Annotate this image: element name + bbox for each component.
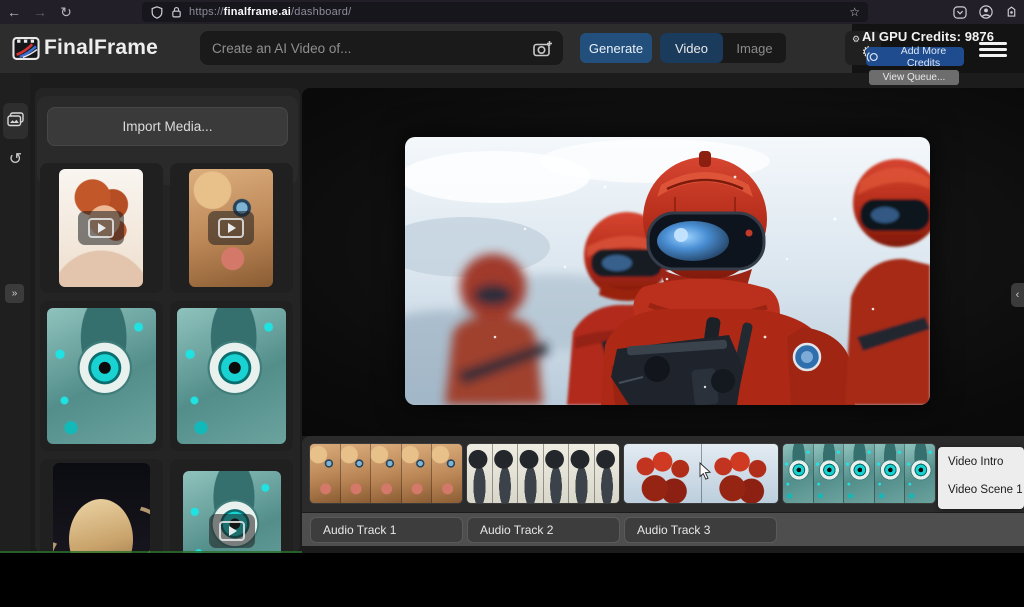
view-queue-item[interactable]: View Queue... bbox=[869, 70, 959, 85]
bottom-letterbox bbox=[0, 553, 1024, 607]
prompt-bar bbox=[200, 31, 563, 65]
browser-forward-icon[interactable]: → bbox=[28, 0, 52, 24]
audio-track-1[interactable]: Audio Track 1 bbox=[310, 517, 463, 543]
media-item-golden-face-video[interactable] bbox=[189, 169, 273, 287]
play-icon bbox=[78, 211, 124, 245]
scene-label-video-intro[interactable]: Video Intro bbox=[948, 456, 1020, 468]
media-cell bbox=[40, 163, 163, 293]
brand: FinalFrame bbox=[12, 36, 158, 60]
mode-video-button[interactable]: Video bbox=[660, 33, 723, 63]
browser-reload-icon[interactable]: ↻ bbox=[54, 0, 78, 24]
clip-red-soldiers[interactable] bbox=[624, 444, 778, 503]
small-gear-icon: ⚙ bbox=[852, 34, 860, 45]
play-icon bbox=[209, 514, 255, 548]
account-icon[interactable] bbox=[979, 5, 993, 19]
expand-panel-icon[interactable]: » bbox=[5, 284, 24, 303]
browser-back-icon[interactable]: ← bbox=[2, 0, 26, 24]
history-icon[interactable]: ↺ bbox=[3, 143, 28, 175]
media-cell bbox=[170, 163, 293, 293]
import-media-button[interactable]: Import Media... bbox=[47, 107, 288, 146]
app-header: FinalFrame Generate Video Image ⚙ ⚙ AI G… bbox=[0, 24, 1024, 73]
timeline-video-track: Video Intro Video Scene 1 bbox=[302, 436, 1024, 512]
audio-track-2[interactable]: Audio Track 2 bbox=[467, 517, 620, 543]
media-cell bbox=[170, 301, 293, 451]
coin-icon bbox=[866, 51, 879, 63]
left-icon-rail: ↺ » bbox=[0, 73, 30, 553]
clip-teal-eyes[interactable] bbox=[783, 444, 935, 503]
address-bar[interactable]: https://finalframe.ai/dashboard/ ☆ bbox=[142, 2, 868, 22]
finalframe-dashboard: ← → ↻ https://finalframe.ai/dashboard/ ☆ bbox=[0, 0, 1024, 607]
mode-image-button[interactable]: Image bbox=[723, 33, 786, 63]
media-panel: Import Media... bbox=[35, 88, 300, 553]
media-item-redhead-video[interactable] bbox=[59, 169, 143, 287]
scene-label-video-scene-1[interactable]: Video Scene 1 bbox=[948, 484, 1020, 496]
lock-icon bbox=[170, 5, 183, 19]
camera-plus-icon[interactable] bbox=[529, 40, 563, 57]
finalframe-logo-icon bbox=[12, 37, 40, 60]
extension-icon[interactable] bbox=[1005, 5, 1018, 19]
ai-video-prompt-input[interactable] bbox=[200, 31, 529, 65]
scene-label-panel: Video Intro Video Scene 1 bbox=[938, 447, 1024, 509]
preview-stage: ‹ bbox=[302, 88, 1024, 436]
generate-button[interactable]: Generate bbox=[580, 33, 652, 63]
preview-scene-illustration bbox=[405, 137, 930, 405]
app-title: FinalFrame bbox=[44, 36, 158, 60]
media-item-teal-eye-1[interactable] bbox=[47, 308, 156, 444]
video-preview[interactable] bbox=[405, 137, 930, 405]
shield-icon bbox=[150, 5, 164, 20]
timeline-audio-track: Audio Track 1 Audio Track 2 Audio Track … bbox=[302, 513, 1024, 546]
media-item-teal-eye-2[interactable] bbox=[177, 308, 286, 444]
bookmark-star-icon[interactable]: ☆ bbox=[849, 5, 860, 19]
clip-robot-heads[interactable] bbox=[467, 444, 619, 503]
media-library-icon[interactable] bbox=[3, 103, 28, 139]
collapse-right-panel-icon[interactable]: ‹ bbox=[1011, 283, 1024, 307]
clip-golden-face[interactable] bbox=[310, 444, 462, 503]
media-cell bbox=[40, 301, 163, 451]
browser-chrome: ← → ↻ https://finalframe.ai/dashboard/ ☆ bbox=[0, 0, 1024, 24]
mode-toggle: Video Image bbox=[660, 33, 786, 63]
url-text: https://finalframe.ai/dashboard/ bbox=[189, 6, 351, 18]
audio-track-3[interactable]: Audio Track 3 bbox=[624, 517, 777, 543]
play-icon bbox=[208, 211, 254, 245]
add-more-credits-button[interactable]: Add More Credits bbox=[866, 47, 964, 66]
pocket-icon[interactable] bbox=[953, 6, 967, 19]
browser-toolbar-icons bbox=[953, 0, 1018, 24]
hamburger-menu-icon[interactable] bbox=[978, 38, 1008, 60]
